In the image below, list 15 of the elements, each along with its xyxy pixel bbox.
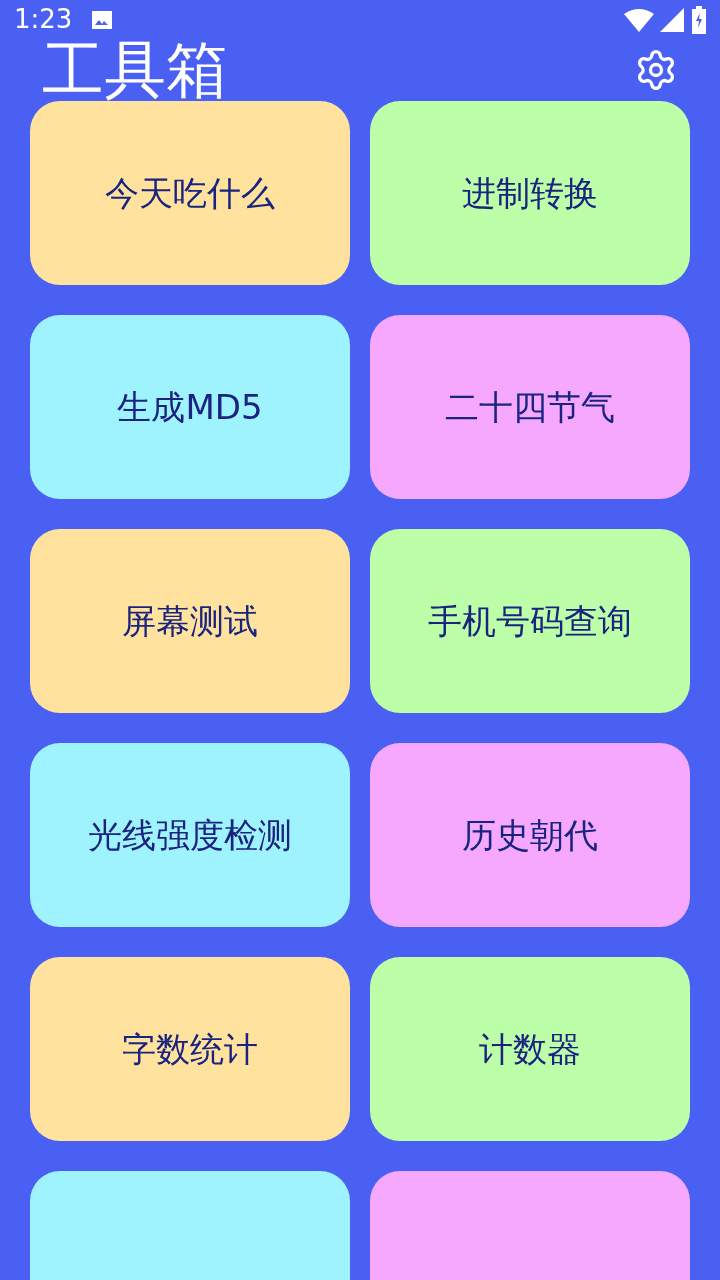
tool-card[interactable]: 字数统计 (30, 957, 350, 1141)
wifi-icon (624, 7, 654, 32)
tool-card[interactable]: 生成MD5 (30, 315, 350, 499)
tool-card[interactable]: 二十四节气 (370, 315, 690, 499)
app-title: 工具箱 (42, 39, 228, 101)
tool-card[interactable]: 计数器 (370, 957, 690, 1141)
tool-card[interactable]: 光线强度检测 (30, 743, 350, 927)
tool-card[interactable]: 屏幕测试 (30, 529, 350, 713)
status-time: 1:23 (14, 3, 73, 36)
battery-icon (692, 5, 706, 34)
tool-card[interactable]: 手机号码查询 (370, 529, 690, 713)
tool-card[interactable]: 今天吃什么 (30, 101, 350, 285)
tool-card[interactable]: 历史朝代 (370, 743, 690, 927)
signal-icon (660, 7, 684, 32)
tool-card[interactable]: 进制转换 (370, 101, 690, 285)
